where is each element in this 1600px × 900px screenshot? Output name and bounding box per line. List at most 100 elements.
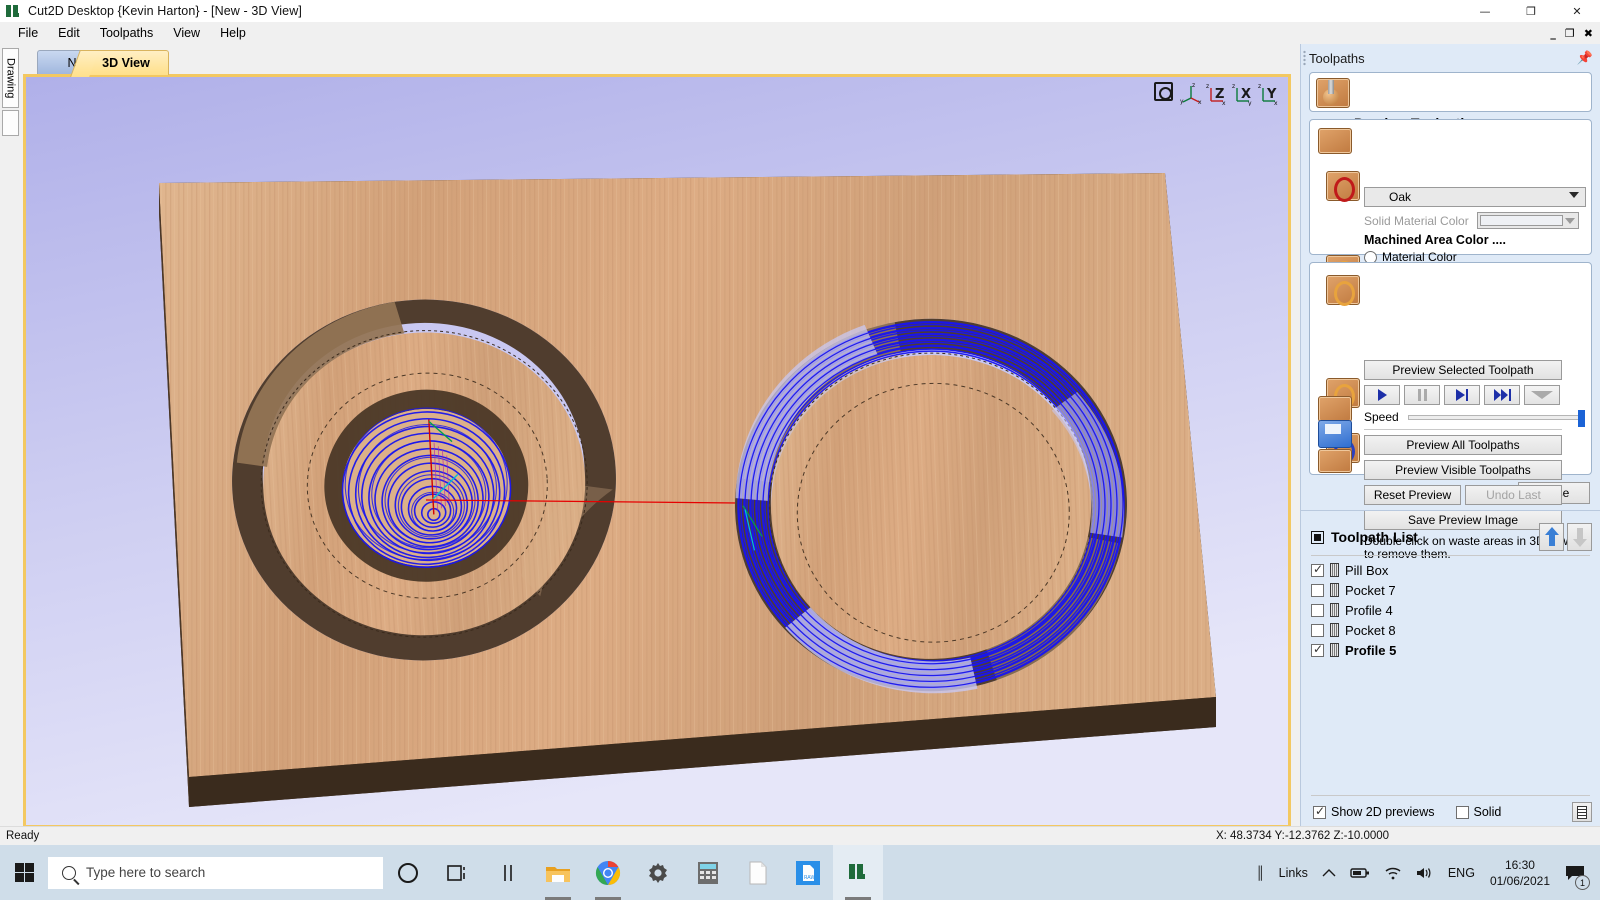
table-row[interactable]: Profile 5 [1301,640,1600,660]
svg-text:x: x [1198,99,1202,106]
menu-bar: File Edit Toolpaths View Help _ ❐ ✖ [0,22,1600,44]
system-tray: ║ Links ENG 16:30 01/06/2021 1 [1249,845,1600,900]
toolpath-checkbox[interactable] [1311,644,1324,657]
minimize-button[interactable]: — [1462,0,1508,22]
speed-slider[interactable] [1408,415,1583,420]
play-button[interactable] [1364,385,1400,405]
reset-preview-label: Reset Preview [1374,488,1451,502]
3d-model-render [26,77,1288,825]
toolpath-checkbox[interactable] [1311,564,1324,577]
language-indicator[interactable]: ENG [1441,845,1482,900]
menu-edit[interactable]: Edit [48,24,90,42]
preview-visible-toolpaths-label: Preview Visible Toolpaths [1395,463,1531,477]
cut2d-icon[interactable] [833,845,883,900]
step-button[interactable] [1444,385,1480,405]
file-explorer-icon[interactable] [533,845,583,900]
calculator-icon[interactable] [683,845,733,900]
toolpath-name: Pocket 7 [1345,583,1396,598]
speed-slider-thumb[interactable] [1578,410,1585,427]
wifi-icon[interactable] [1377,845,1409,900]
3d-view-canvas[interactable]: zyx zxZ zyX zxY [26,77,1288,825]
volume-icon[interactable] [1409,845,1441,900]
axis-view-icon[interactable]: zyx [1180,82,1202,106]
settings-gear-icon[interactable] [633,845,683,900]
y-view-icon[interactable]: zxY [1258,82,1280,106]
menu-view[interactable]: View [163,24,210,42]
list-view-icon [1577,806,1587,819]
table-row[interactable]: Pocket 7 [1301,580,1600,600]
left-dock: Drawing [0,44,21,834]
raw-file-icon[interactable]: RAW [783,845,833,900]
table-row[interactable]: Pill Box [1301,560,1600,580]
toolpath-list-footer: Show 2D previews Solid [1309,795,1592,822]
toolpath-checkbox[interactable] [1311,584,1324,597]
solid-material-color-label: Solid Material Color [1364,214,1469,228]
links-label[interactable]: Links [1272,845,1315,900]
preview-selected-toolpath-button[interactable]: Preview Selected Toolpath [1364,360,1562,380]
status-coordinates: X: 48.3734 Y:-12.3762 Z:-10.0000 [1216,830,1389,842]
restore-button[interactable]: ❐ [1508,0,1554,22]
toolpath-checkbox[interactable] [1311,604,1324,617]
menu-file[interactable]: File [8,24,48,42]
machined-ring-icon [1326,171,1360,201]
tab-3d-view[interactable]: 3D View [83,50,169,75]
toolpath-list-title: Toolpath List [1331,529,1418,545]
3d-view-frame: zyx zxZ zyX zxY [23,74,1291,828]
sidebar-item-secondary[interactable] [2,110,19,136]
windows-taskbar: Type here to search [0,845,1600,900]
z-view-icon[interactable]: zxZ [1206,82,1228,106]
mdi-minimize-button[interactable]: _ [1550,28,1556,39]
preview-visible-toolpaths-button[interactable]: Preview Visible Toolpaths [1364,460,1562,480]
move-up-button[interactable] [1539,523,1564,551]
svg-text:z: z [1232,83,1235,90]
sidebar-item-drawing[interactable]: Drawing [2,48,19,108]
menu-help[interactable]: Help [210,24,256,42]
cortana-circle-icon[interactable] [383,845,433,900]
text-document-icon[interactable] [733,845,783,900]
preview-all-toolpaths-button[interactable]: Preview All Toolpaths [1364,435,1562,455]
iso-view-icon[interactable] [1154,82,1176,106]
search-input[interactable]: Type here to search [48,857,383,889]
divider [1364,429,1562,430]
double-click-hint-icon [1318,449,1352,473]
reset-preview-button[interactable]: Reset Preview [1364,485,1461,505]
taskbar-clock[interactable]: 16:30 01/06/2021 [1482,857,1558,889]
material-select[interactable]: Oak [1364,187,1586,207]
toolpath-checkbox[interactable] [1311,624,1324,637]
list-view-button[interactable] [1572,802,1592,822]
toolpath-item-icon [1330,603,1339,617]
toolpaths-dock-title: Toolpaths [1309,51,1365,66]
fast-forward-button[interactable] [1484,385,1520,405]
pin-icon[interactable]: 📌 [1578,50,1592,66]
google-chrome-icon[interactable] [583,845,633,900]
chevron-up-icon[interactable] [1315,845,1343,900]
mdi-restore-button[interactable]: ❐ [1565,28,1575,39]
undo-last-label: Undo Last [1486,488,1541,502]
speed-label: Speed [1364,410,1399,424]
battery-icon[interactable] [1343,845,1377,900]
chevron-down-icon [1569,192,1579,198]
task-view-icon[interactable] [433,845,483,900]
arrow-down-icon [1573,527,1587,547]
application-window: Cut2D Desktop {Kevin Harton} - [New - 3D… [0,0,1600,900]
mdi-close-button[interactable]: ✖ [1584,28,1593,39]
start-button[interactable] [0,845,48,900]
window-title: Cut2D Desktop {Kevin Harton} - [New - 3D… [28,4,302,18]
toolpath-name: Profile 5 [1345,643,1396,658]
notifications-button[interactable]: 1 [1558,845,1592,900]
show-2d-previews-checkbox[interactable] [1313,806,1326,819]
clock-date: 01/06/2021 [1490,873,1550,889]
toolpath-item-icon [1330,563,1339,577]
dock-grip-icon[interactable] [1303,50,1306,66]
toolpath-list-toggle-icon[interactable] [1311,531,1324,544]
material-color-group: Oak Solid Material Color Machined Area C… [1309,119,1592,255]
windows-start-icon [15,863,34,882]
x-view-icon[interactable]: zyX [1232,82,1254,106]
search-placeholder: Type here to search [86,865,205,880]
menu-toolpaths[interactable]: Toolpaths [90,24,164,42]
pause-bars-icon[interactable] [483,845,533,900]
close-button[interactable]: ✕ [1554,0,1600,22]
table-row[interactable]: Pocket 8 [1301,620,1600,640]
table-row[interactable]: Profile 4 [1301,600,1600,620]
solid-checkbox[interactable] [1456,806,1469,819]
